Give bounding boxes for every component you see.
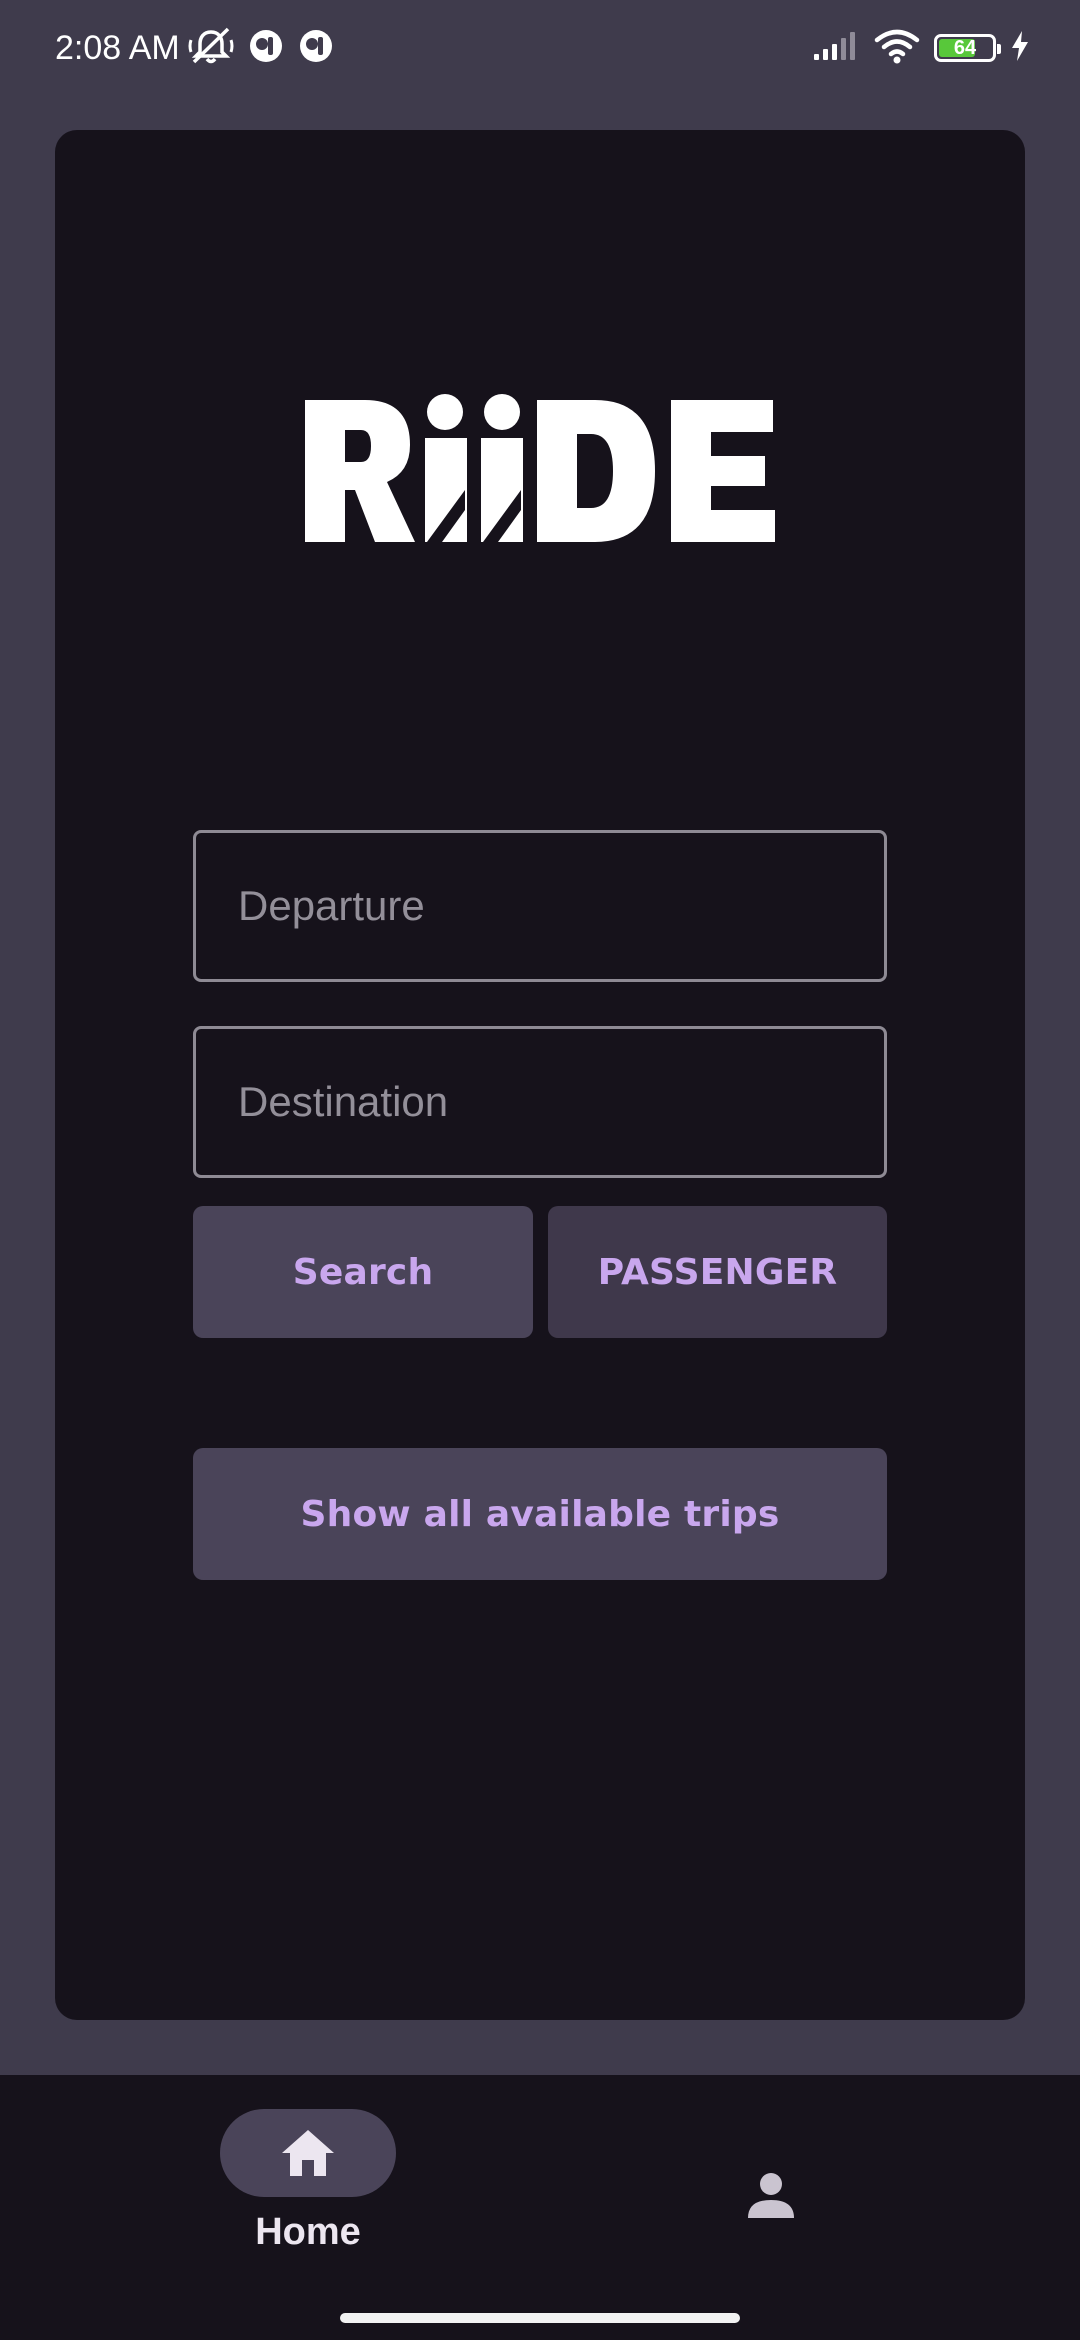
passenger-role-button[interactable]: PASSENGER [548, 1206, 887, 1338]
status-time: 2:08 AM [55, 29, 180, 67]
battery-level: 64 [953, 37, 977, 59]
show-all-trips-button[interactable]: Show all available trips [193, 1448, 887, 1580]
search-button[interactable]: Search [193, 1206, 533, 1338]
bottom-navigation: Home [0, 2075, 1080, 2340]
signal-icon [812, 30, 860, 67]
departure-input[interactable] [193, 830, 887, 982]
home-icon [282, 2130, 334, 2176]
status-bar: 2:08 AM 64 [0, 0, 1080, 96]
home-gesture-bar[interactable] [340, 2313, 740, 2323]
app-notification-icon [248, 28, 284, 69]
nav-home-indicator [220, 2109, 396, 2197]
nav-item-home[interactable]: Home [220, 2109, 396, 2269]
wifi-icon [874, 28, 920, 69]
destination-input[interactable] [193, 1026, 887, 1178]
status-right-icons: 64 [812, 26, 1030, 70]
status-left-icons [188, 26, 334, 70]
mute-notifications-icon [188, 26, 234, 71]
battery-icon: 64 [934, 34, 1001, 62]
charging-icon [1010, 30, 1030, 67]
nav-item-profile[interactable] [720, 2155, 822, 2235]
nav-home-label: Home [255, 2211, 361, 2253]
app-notification-icon [298, 28, 334, 69]
person-icon [748, 2173, 794, 2218]
main-card: Search PASSENGER Show all available trip… [55, 130, 1025, 2020]
riide-logo [305, 394, 775, 542]
